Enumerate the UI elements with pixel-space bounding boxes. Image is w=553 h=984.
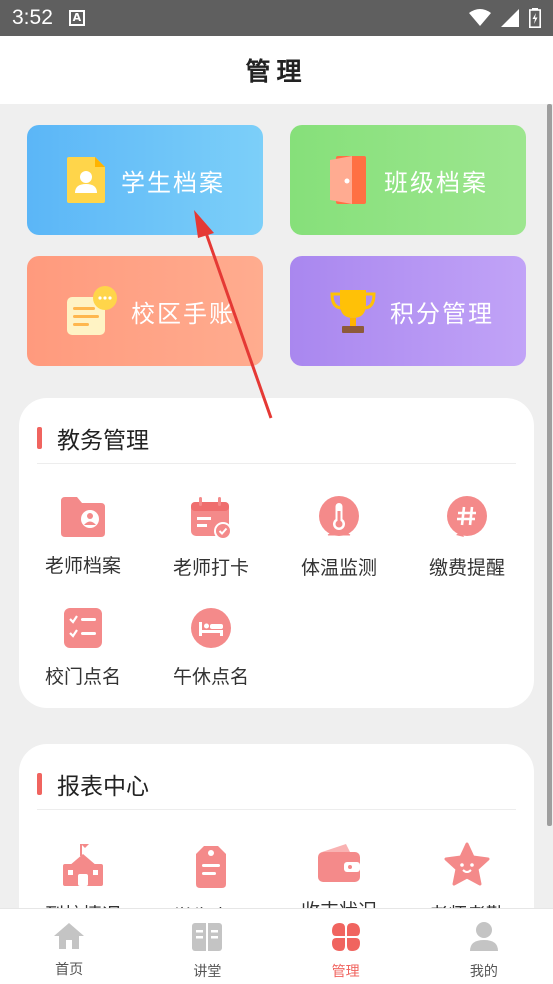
class-archive-label: 班级档案 xyxy=(384,168,488,197)
tab-mine-label: 我的 xyxy=(469,964,498,980)
payment-reminder-label: 缴费提醒 xyxy=(428,557,505,579)
wallet-icon xyxy=(318,844,360,882)
tag-icon xyxy=(196,846,226,888)
nap-rollcall-item[interactable]: 午休点名 xyxy=(147,606,275,689)
report-center-title: 报表中心 xyxy=(57,773,149,800)
teacher-archive-label: 老师档案 xyxy=(44,555,121,577)
user-icon xyxy=(469,922,498,951)
folder-user-icon xyxy=(61,497,105,537)
academic-affairs-title: 教务管理 xyxy=(57,427,149,454)
academic-affairs-card: 教务管理 老师档案 老师打卡 体温监测 缴费提醒 校门点名 午休点名 xyxy=(19,398,534,708)
status-bar: 3:52 A xyxy=(0,0,553,36)
class-archive-tile[interactable]: 班级档案 xyxy=(290,125,526,235)
tab-lecture-label: 讲堂 xyxy=(193,964,222,980)
checklist-icon xyxy=(64,608,102,648)
status-time: 3:52 xyxy=(12,6,53,29)
campus-notebook-label: 校区手账 xyxy=(131,299,235,328)
academic-affairs-header: 教务管理 xyxy=(37,412,516,464)
nap-rollcall-label: 午休点名 xyxy=(172,666,249,688)
tab-mine[interactable]: 我的 xyxy=(415,909,553,984)
section-accent-bar xyxy=(37,426,42,449)
wifi-icon xyxy=(469,9,491,26)
section-accent-bar xyxy=(37,772,42,795)
message-icon xyxy=(67,286,117,335)
student-archive-tile[interactable]: 学生档案 xyxy=(27,125,263,235)
teacher-checkin-item[interactable]: 老师打卡 xyxy=(147,495,275,580)
campus-notebook-tile[interactable]: 校区手账 xyxy=(27,256,263,366)
book-icon xyxy=(192,923,223,951)
tab-home[interactable]: 首页 xyxy=(0,909,138,984)
status-icons xyxy=(469,8,541,28)
star-icon xyxy=(444,842,490,886)
temperature-monitor-item[interactable]: 体温监测 xyxy=(275,495,403,580)
payment-reminder-item[interactable]: 缴费提醒 xyxy=(403,495,531,580)
teacher-archive-item[interactable]: 老师档案 xyxy=(19,495,147,578)
battery-icon xyxy=(529,8,541,28)
tab-home-label: 首页 xyxy=(55,962,84,978)
bed-icon xyxy=(191,608,231,648)
points-management-tile[interactable]: 积分管理 xyxy=(290,256,526,366)
gate-rollcall-label: 校门点名 xyxy=(44,666,121,688)
signal-icon xyxy=(501,9,519,27)
gate-rollcall-item[interactable]: 校门点名 xyxy=(19,606,147,689)
temperature-monitor-label: 体温监测 xyxy=(300,557,377,579)
home-icon xyxy=(54,923,85,949)
notification-a-icon: A xyxy=(68,10,85,26)
trophy-icon xyxy=(330,290,376,333)
title-bar: 管理 xyxy=(0,36,553,104)
report-center-header: 报表中心 xyxy=(37,758,516,810)
tab-management[interactable]: 管理 xyxy=(277,909,415,984)
bottom-tab-bar: 首页 讲堂 管理 我的 xyxy=(0,908,553,984)
points-management-label: 积分管理 xyxy=(390,299,494,328)
scrollbar[interactable] xyxy=(547,104,552,826)
clover-icon xyxy=(331,923,360,951)
student-archive-label: 学生档案 xyxy=(121,168,225,197)
teacher-checkin-label: 老师打卡 xyxy=(172,557,249,579)
hash-icon xyxy=(447,496,487,537)
thermometer-icon xyxy=(319,496,359,536)
door-icon xyxy=(330,156,366,204)
tab-management-label: 管理 xyxy=(331,964,360,980)
tab-lecture[interactable]: 讲堂 xyxy=(138,909,276,984)
document-icon xyxy=(67,157,105,203)
calendar-check-icon xyxy=(191,497,232,540)
school-icon xyxy=(63,844,103,886)
page-title: 管理 xyxy=(245,57,308,86)
